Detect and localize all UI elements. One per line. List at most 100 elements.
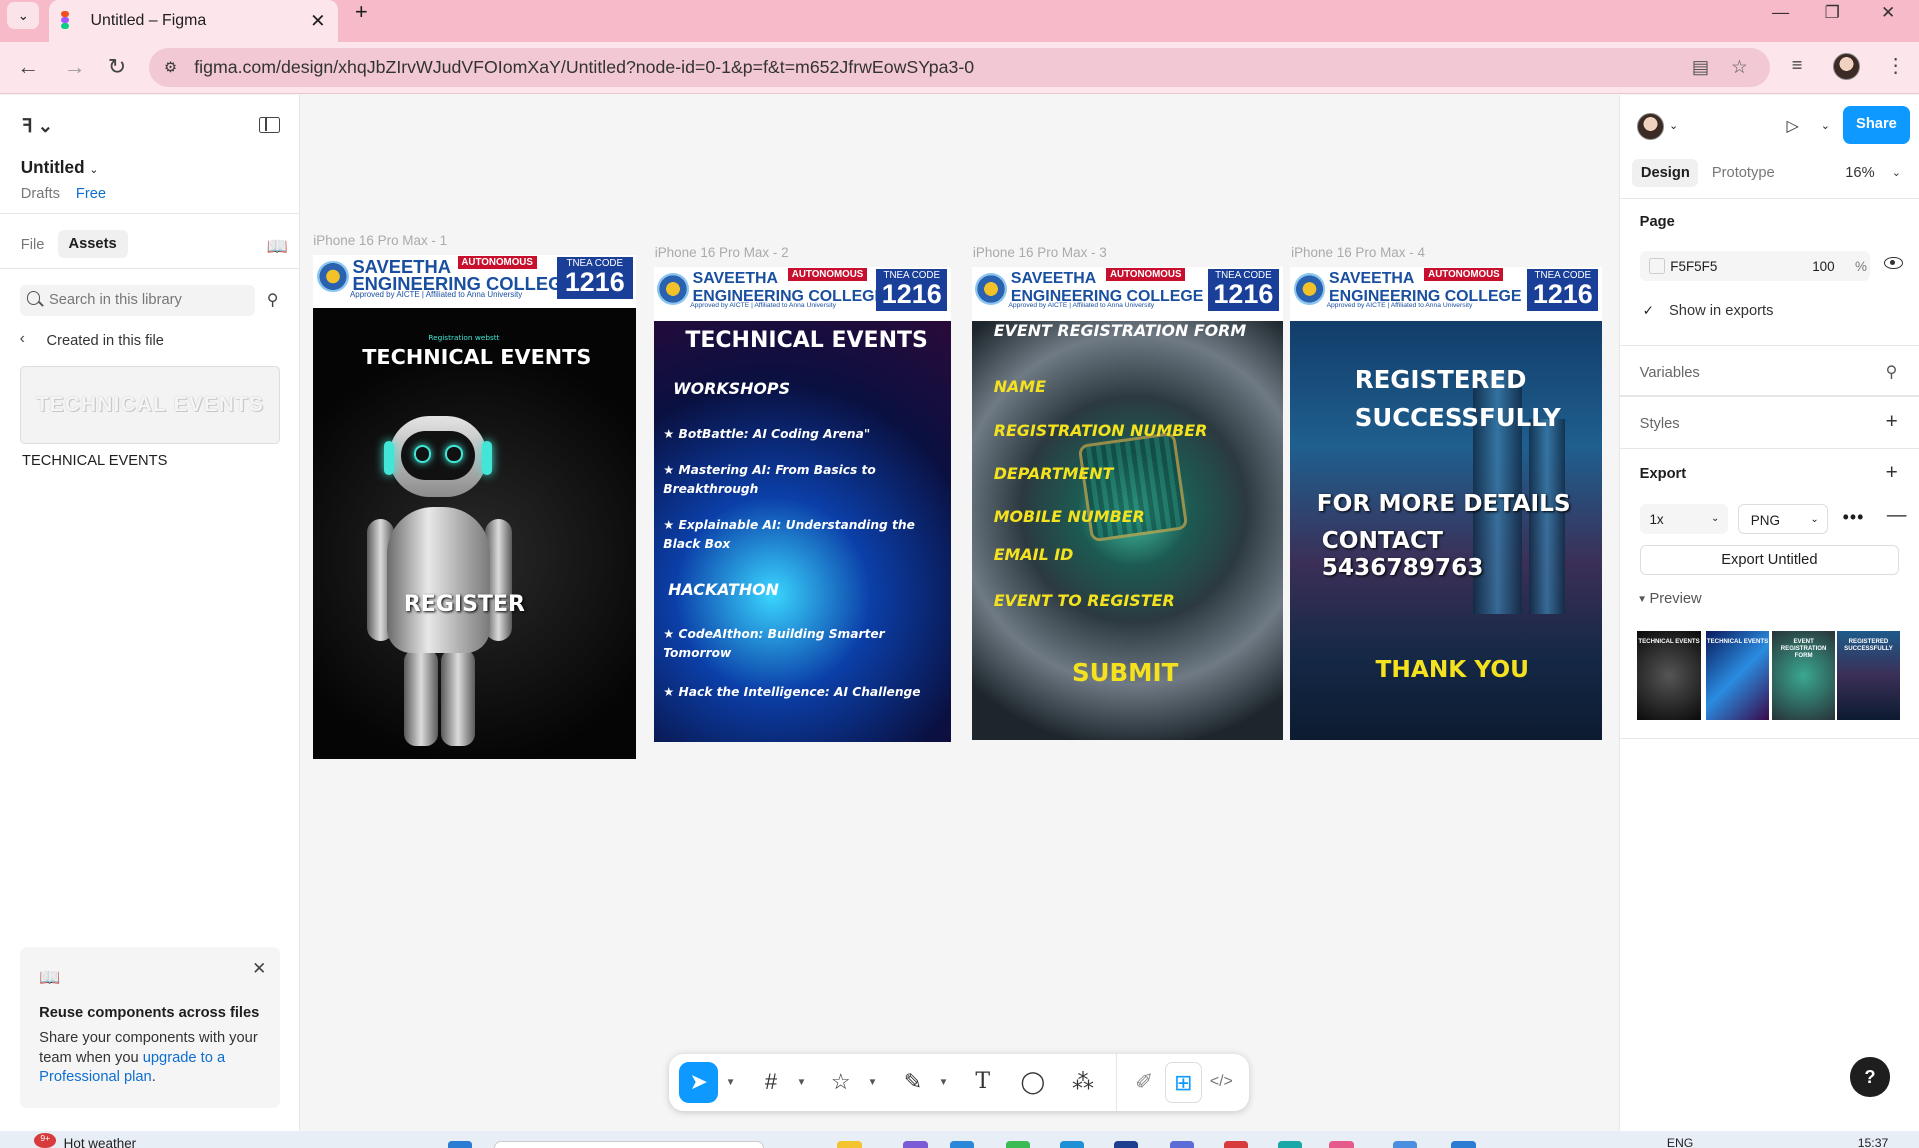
taskbar-search-input[interactable] <box>494 1140 764 1148</box>
clipboard-icon[interactable]: ▤ <box>1692 56 1709 78</box>
profile-avatar[interactable] <box>1833 52 1861 80</box>
present-play-icon[interactable]: ▷ <box>1787 116 1799 136</box>
design-canvas[interactable]: iPhone 16 Pro Max - 1 SAVEETHA ENGINEERIN… <box>299 95 1620 1131</box>
figma-menu-icon[interactable]: ꟻ ⌄ <box>22 115 53 137</box>
help-button[interactable]: ? <box>1850 1057 1890 1097</box>
component-thumbnail[interactable]: TECHNICAL EVENTS <box>19 365 281 445</box>
component-name[interactable]: TECHNICAL EVENTS <box>22 453 167 469</box>
chevron-down-icon[interactable]: ⌄ <box>1892 166 1901 179</box>
forward-button[interactable]: → <box>64 54 86 80</box>
file-name[interactable]: Untitled ⌄ <box>21 157 99 178</box>
frame-iphone-1[interactable]: SAVEETHA ENGINEERING COLLEGE AUTONOMOUS A… <box>313 254 637 759</box>
search-input[interactable]: Search in this library <box>19 285 255 316</box>
variables-label[interactable]: Variables <box>1640 365 1700 381</box>
restore-button[interactable]: ❐ <box>1825 0 1840 27</box>
address-bar[interactable]: ⚙ figma.com/design/xhqJbZIrvWJudVFOIomXa… <box>149 47 1770 87</box>
add-export-icon[interactable]: + <box>1886 461 1898 485</box>
browser-menu-icon[interactable]: ⋮ <box>1886 54 1906 78</box>
chevron-down-icon[interactable]: ⌄ <box>1821 119 1830 132</box>
color-swatch[interactable] <box>1649 258 1666 275</box>
export-scale-select[interactable]: 1x ⌄ <box>1639 504 1728 534</box>
taskbar-app-icon[interactable] <box>1059 1140 1085 1148</box>
plan-badge[interactable]: Free <box>76 186 106 202</box>
taskbar-app-icon[interactable] <box>1223 1140 1249 1148</box>
add-style-icon[interactable]: + <box>1886 410 1898 434</box>
preview-label[interactable]: Preview <box>1649 591 1701 607</box>
draw-mode-icon[interactable]: ✐ <box>1128 1062 1160 1102</box>
export-format-select[interactable]: PNG ⌄ <box>1737 504 1829 534</box>
close-tab-icon[interactable]: ✕ <box>310 10 325 32</box>
frame-iphone-3[interactable]: SAVEETHA ENGINEERING COLLEGE AUTONOMOUS A… <box>971 266 1283 741</box>
bookmark-star-icon[interactable]: ☆ <box>1731 56 1747 78</box>
weather-text[interactable]: Hot weather <box>64 1136 137 1148</box>
site-info-icon[interactable]: ⚙ <box>164 59 177 76</box>
chevron-down-icon[interactable]: ⌄ <box>1669 119 1678 132</box>
chevron-down-icon[interactable]: ▼ <box>939 1077 949 1088</box>
register-button[interactable]: REGISTER <box>404 592 525 617</box>
taskbar-app-icon[interactable] <box>903 1140 928 1148</box>
close-icon[interactable]: ✕ <box>252 958 266 979</box>
zoom-level[interactable]: 16% <box>1845 165 1874 181</box>
user-avatar[interactable] <box>1637 112 1665 140</box>
tab-assets[interactable]: Assets <box>57 230 128 259</box>
library-book-icon[interactable]: 📖 <box>267 236 288 257</box>
chevron-down-icon[interactable]: ▼ <box>726 1077 736 1088</box>
drafts-link[interactable]: Drafts <box>21 186 60 202</box>
input-language[interactable]: ENG <box>1667 1136 1693 1148</box>
variables-settings-icon[interactable]: ⚲ <box>1886 362 1898 382</box>
show-in-exports-checkbox[interactable]: ✓ <box>1640 302 1657 319</box>
remove-export-icon[interactable]: — <box>1887 504 1907 527</box>
taskbar-app-icon[interactable] <box>1392 1140 1418 1148</box>
minimize-button[interactable]: — <box>1772 0 1789 27</box>
new-tab-button[interactable]: + <box>355 0 368 27</box>
media-control-icon[interactable]: ≡ <box>1792 54 1803 76</box>
tab-file[interactable]: File <box>21 237 45 253</box>
taskbar-app-icon[interactable] <box>1451 1140 1476 1148</box>
weather-badge[interactable]: 9+ <box>34 1133 57 1148</box>
back-button[interactable]: ← <box>17 54 39 80</box>
page-color-hex[interactable]: F5F5F5 <box>1670 259 1717 274</box>
taskbar-app-icon[interactable] <box>1169 1140 1195 1148</box>
filter-settings-icon[interactable]: ⚲ <box>267 290 279 310</box>
components-tool-icon[interactable]: ⁂ <box>1067 1062 1099 1102</box>
taskbar-app-icon[interactable] <box>1113 1140 1139 1148</box>
export-button[interactable]: Export Untitled <box>1639 544 1900 576</box>
taskbar-app-icon[interactable] <box>1005 1140 1031 1148</box>
text-tool-icon[interactable]: T <box>967 1062 999 1102</box>
shape-star-tool-icon[interactable]: ☆ <box>825 1062 857 1102</box>
browser-tab-figma[interactable]: Untitled – Figma ✕ <box>48 0 338 42</box>
styles-label[interactable]: Styles <box>1640 416 1680 432</box>
more-options-icon[interactable]: ••• <box>1843 507 1865 528</box>
frame-label[interactable]: iPhone 16 Pro Max - 4 <box>1291 245 1425 260</box>
frame-label[interactable]: iPhone 16 Pro Max - 1 <box>313 233 447 248</box>
close-window-button[interactable]: ✕ <box>1881 0 1895 27</box>
page-opacity[interactable]: 100 <box>1812 259 1834 274</box>
file-explorer-icon[interactable] <box>837 1140 862 1148</box>
comment-tool-icon[interactable]: ◯ <box>1017 1062 1049 1102</box>
start-icon[interactable] <box>447 1140 473 1148</box>
chevron-down-icon[interactable]: ▼ <box>1637 594 1647 605</box>
pen-tool-icon[interactable]: ✎ <box>897 1062 929 1102</box>
sidebar-toggle-icon[interactable] <box>259 117 281 134</box>
tab-search-button[interactable]: ⌄ <box>7 2 40 30</box>
tab-design[interactable]: Design <box>1632 159 1699 188</box>
frame-iphone-4[interactable]: SAVEETHA ENGINEERING COLLEGE AUTONOMOUS A… <box>1289 266 1602 741</box>
move-tool-icon[interactable]: ➤ <box>679 1062 719 1103</box>
back-chevron-icon[interactable]: ‹ <box>20 330 25 348</box>
frame-label[interactable]: iPhone 16 Pro Max - 2 <box>655 245 789 260</box>
chevron-down-icon[interactable]: ▼ <box>797 1077 807 1088</box>
tab-prototype[interactable]: Prototype <box>1712 165 1775 181</box>
chevron-down-icon[interactable]: ▼ <box>868 1077 878 1088</box>
dev-mode-icon[interactable]: </> <box>1205 1062 1237 1102</box>
clock-time[interactable]: 15:37 <box>1858 1136 1889 1148</box>
submit-button[interactable]: SUBMIT <box>1072 658 1178 687</box>
reload-button[interactable]: ↻ <box>108 54 126 80</box>
design-mode-icon[interactable]: ⊞ <box>1165 1062 1202 1103</box>
eye-visibility-icon[interactable] <box>1884 256 1903 270</box>
frame-iphone-2[interactable]: SAVEETHA ENGINEERING COLLEGE AUTONOMOUS A… <box>653 266 951 742</box>
browser-taskbar-icon[interactable] <box>1329 1140 1354 1148</box>
taskbar-app-icon[interactable] <box>1277 1140 1303 1148</box>
share-button[interactable]: Share <box>1842 106 1911 145</box>
taskbar-app-icon[interactable] <box>949 1140 975 1148</box>
frame-tool-icon[interactable]: # <box>755 1062 787 1102</box>
